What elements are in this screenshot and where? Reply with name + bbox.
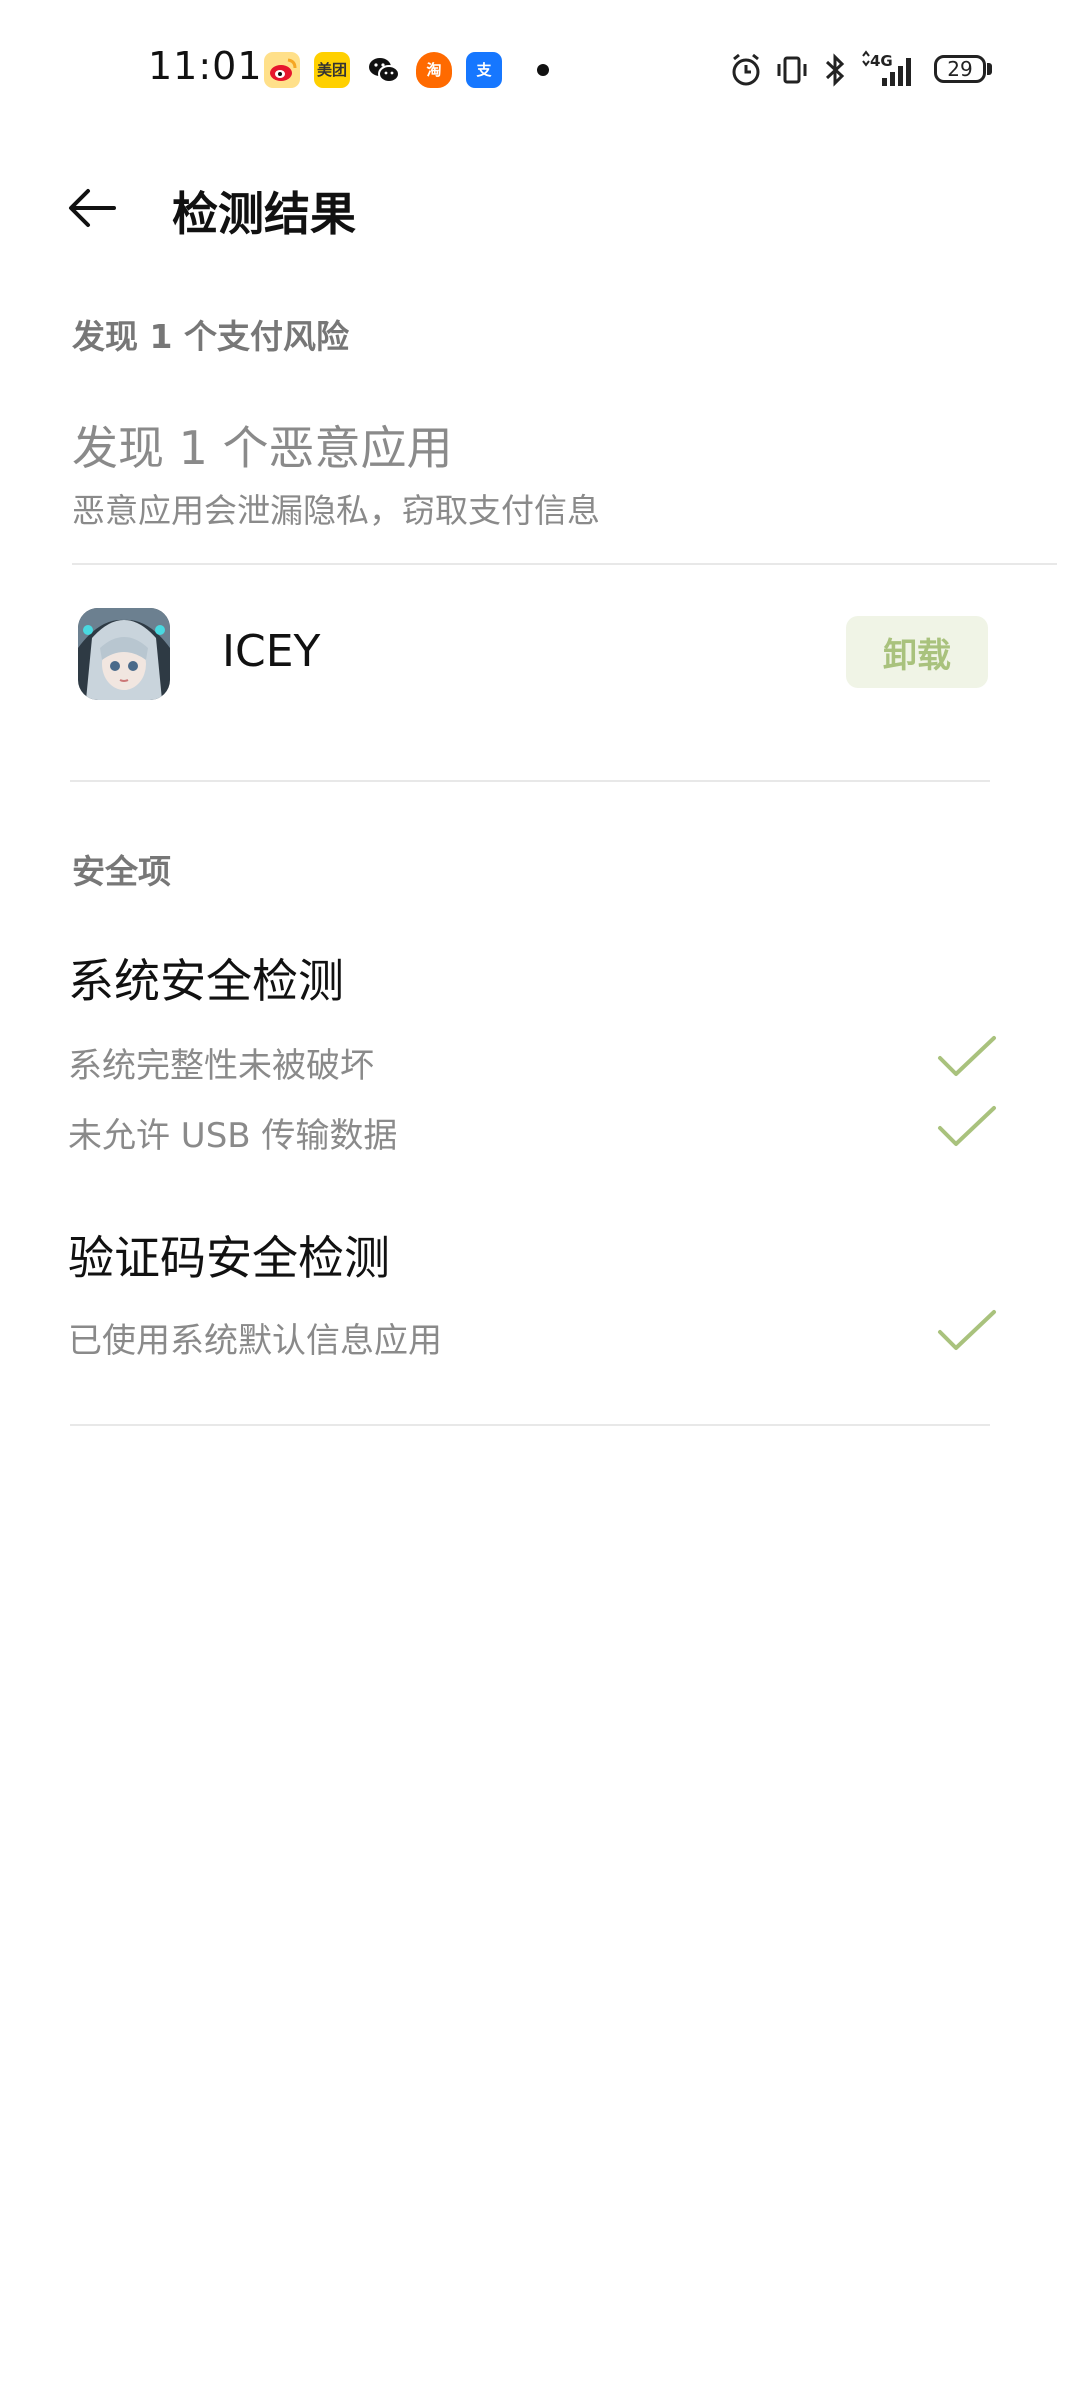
sms-code-security-title: 验证码安全检测 <box>68 1231 390 1285</box>
malicious-app-headline: 发现 1 个恶意应用 <box>72 421 453 475</box>
page-title: 检测结果 <box>172 187 356 241</box>
status-bar: 11:01 美团 淘 支 4G 29 <box>0 0 1080 130</box>
back-arrow-icon[interactable] <box>66 186 118 230</box>
signal-icon: 4G <box>862 50 911 86</box>
divider <box>72 563 1057 565</box>
status-time: 11:01 <box>148 44 263 88</box>
divider <box>70 1424 990 1426</box>
uninstall-button[interactable]: 卸载 <box>846 616 988 688</box>
vibrate-icon <box>777 56 807 84</box>
taobao-icon: 淘 <box>416 52 452 88</box>
wechat-icon <box>366 52 402 88</box>
check-icon <box>938 1106 996 1146</box>
alipay-icon: 支 <box>466 52 502 88</box>
weibo-icon <box>264 52 300 88</box>
more-notifications-dot <box>537 64 549 76</box>
payment-risk-label: 发现 1 个支付风险 <box>72 317 349 356</box>
usb-transfer-item: 未允许 USB 传输数据 <box>68 1116 398 1156</box>
check-icon <box>938 1310 996 1350</box>
default-sms-app-item: 已使用系统默认信息应用 <box>68 1321 442 1361</box>
check-icon <box>938 1036 996 1076</box>
divider <box>70 780 990 782</box>
icey-app-icon <box>78 608 170 700</box>
battery-indicator: 29 <box>934 55 986 83</box>
meituan-icon: 美团 <box>314 52 350 88</box>
network-type: 4G <box>870 52 893 70</box>
malicious-app-description: 恶意应用会泄漏隐私，窃取支付信息 <box>72 491 600 530</box>
battery-tip <box>987 63 992 75</box>
app-name: ICEY <box>222 626 321 677</box>
system-security-title: 系统安全检测 <box>68 954 344 1008</box>
alarm-icon <box>732 53 760 86</box>
security-items-label: 安全项 <box>72 852 171 891</box>
bluetooth-icon <box>825 53 845 87</box>
system-integrity-item: 系统完整性未被破坏 <box>68 1046 374 1086</box>
